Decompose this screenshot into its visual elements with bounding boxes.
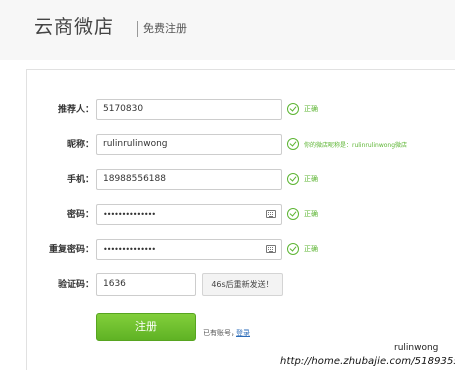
confirm-password-masked-value: •••••••••••••• [103,245,156,254]
nickname-input[interactable]: rulinrulinwong [96,134,282,155]
nickname-status: 你的微店昵称是：rulinrulinwong微店 [304,142,408,149]
check-circle-icon [287,103,299,115]
password-label: 密码： [66,210,94,220]
watermark-url: http://home.zhubajie.com/5189355/ [280,356,455,367]
check-circle-icon [287,208,299,220]
referrer-input[interactable]: 5170830 [96,99,282,120]
password-masked-value: •••••••••••••• [103,210,156,219]
check-circle-icon [287,138,299,150]
keyboard-icon[interactable] [266,245,276,253]
keyboard-icon[interactable] [266,210,276,218]
phone-label: 手机： [66,175,94,185]
page-header: 云商微店 免费注册 [0,0,455,60]
registration-page: 云商微店 免费注册 推荐人： 5170830 正确 昵称： rulinrulin… [0,0,455,370]
referrer-status: 正确 [304,105,318,113]
register-button[interactable]: 注册 [96,313,196,341]
password-status: 正确 [304,210,318,218]
header-divider [137,21,138,37]
password-input[interactable]: •••••••••••••• [96,204,282,225]
captcha-input[interactable]: 1636 [96,273,196,296]
confirm-password-input[interactable]: •••••••••••••• [96,239,282,260]
existing-account-note: 已有账号， [203,329,238,337]
phone-input[interactable]: 18988556188 [96,169,282,190]
check-circle-icon [287,243,299,255]
confirm-password-label: 重复密码： [48,245,94,255]
phone-status: 正确 [304,175,318,183]
resend-code-button[interactable]: 46s后重新发送！ [202,273,283,296]
confirm-password-status: 正确 [304,245,318,253]
referrer-label: 推荐人： [57,105,94,115]
login-link[interactable]: 登录 [236,329,250,338]
watermark-username: rulinwong [394,343,439,353]
check-circle-icon [287,173,299,185]
nickname-label: 昵称： [66,140,94,150]
page-subtitle: 免费注册 [143,22,187,35]
captcha-label: 验证码： [57,280,94,290]
brand-logo-text[interactable]: 云商微店 [34,15,114,39]
